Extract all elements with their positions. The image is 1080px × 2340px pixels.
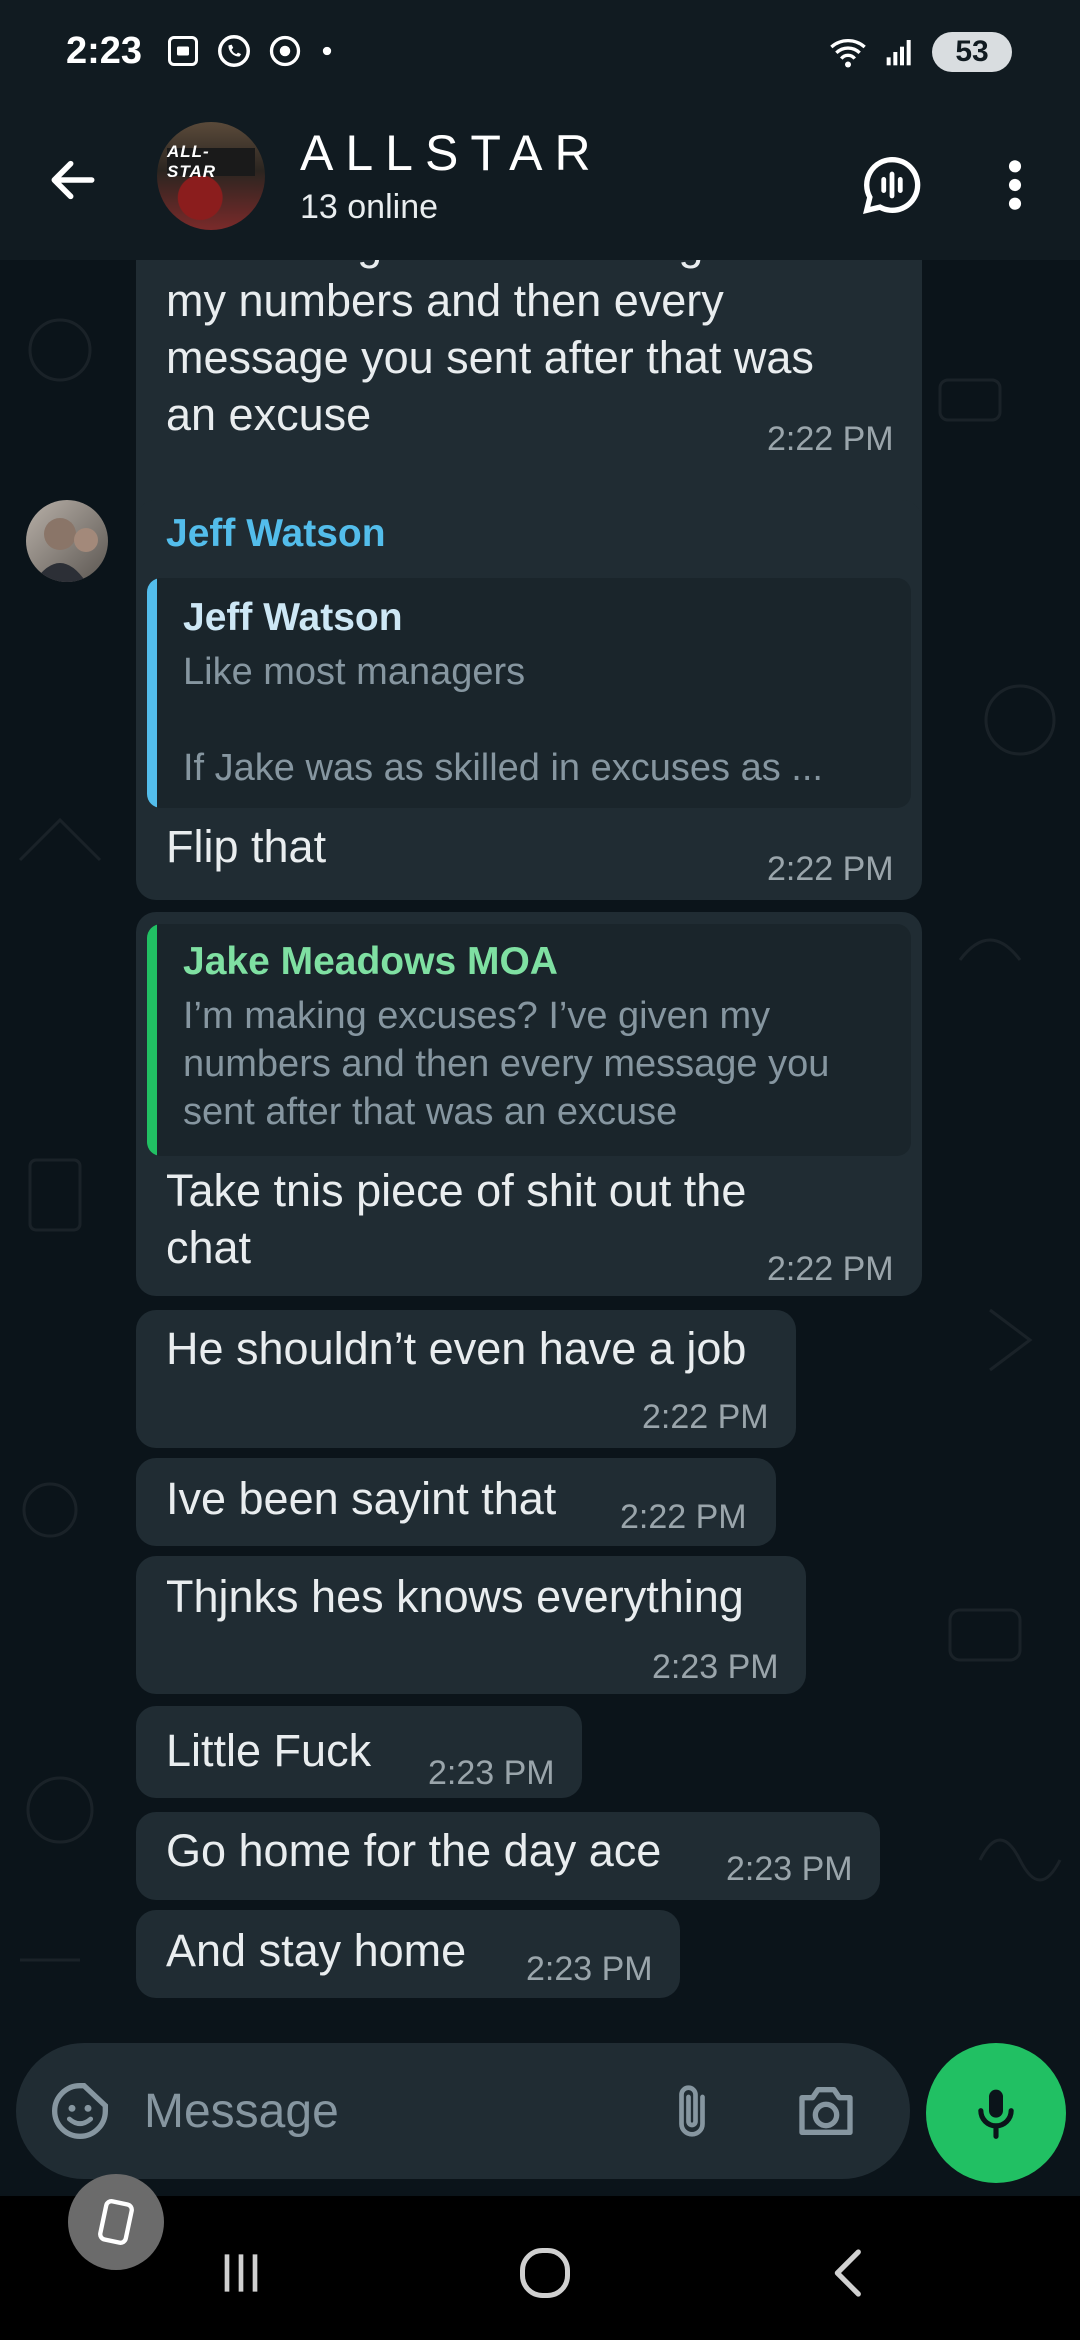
- floating-screen-button[interactable]: [68, 2174, 164, 2270]
- wifi-icon: [830, 39, 866, 68]
- chevron-left-icon: [834, 2249, 861, 2297]
- group-avatar[interactable]: ALL-STAR: [157, 122, 265, 230]
- notification-icons: [165, 32, 337, 70]
- quote-accent-bar: [147, 924, 157, 1156]
- message-line: my numbers and then every: [166, 275, 724, 326]
- more-vertical-icon: [1008, 160, 1022, 210]
- message-line: I'm making excuses? I've given: [166, 260, 906, 272]
- phone-rotate-icon: [98, 2199, 134, 2245]
- quoted-sender: Jake Meadows MOA: [183, 940, 558, 983]
- attach-button[interactable]: [656, 2075, 728, 2147]
- battery-level: 53: [955, 35, 989, 68]
- quoted-line: Like most managers: [183, 651, 526, 693]
- sender-avatar[interactable]: [26, 500, 108, 582]
- message-text: I'm making excuses? I've given my number…: [166, 260, 906, 443]
- online-count[interactable]: 13 online: [300, 188, 438, 227]
- paperclip-icon: [679, 2085, 705, 2137]
- message-time: 2:23 PM: [726, 1850, 853, 1888]
- message-line: Take tnis piece of shit out the: [166, 1165, 747, 1216]
- quoted-text: Like most managers If Jake was as skille…: [183, 648, 903, 792]
- message-composer: [16, 2043, 910, 2179]
- message-time: 2:22 PM: [767, 420, 894, 458]
- message-text: Ive been sayint that: [166, 1473, 557, 1524]
- quoted-line: I’m making excuses? I’ve given my: [183, 995, 771, 1037]
- message-time: 2:23 PM: [428, 1754, 555, 1792]
- screenshot-icon: [168, 36, 198, 66]
- camera-icon: [799, 2087, 853, 2135]
- arrow-left-icon: [51, 160, 95, 200]
- recents-icon: [224, 2254, 258, 2292]
- chrome-icon: [269, 35, 301, 67]
- microphone-icon: [978, 2089, 1014, 2139]
- quoted-line: sent after that was an excuse: [183, 1091, 678, 1133]
- message-text: He shouldn’t even have a job: [166, 1323, 747, 1374]
- group-name[interactable]: ALLSTAR: [300, 124, 603, 182]
- avatar-sign-text: ALL-STAR: [167, 142, 255, 181]
- more-options-button[interactable]: [990, 145, 1040, 225]
- battery-indicator: 53: [932, 32, 1012, 72]
- whatsapp-icon: [218, 35, 250, 67]
- home-button[interactable]: [500, 2238, 590, 2308]
- voice-record-button[interactable]: [926, 2043, 1066, 2183]
- dot-icon: [322, 46, 332, 56]
- avatar-photo: [34, 518, 98, 582]
- message-time: 2:22 PM: [642, 1398, 769, 1436]
- quoted-text: I’m making excuses? I’ve given my number…: [183, 992, 903, 1136]
- message-text: Flip that: [166, 821, 327, 872]
- camera-button[interactable]: [786, 2075, 866, 2147]
- quoted-message[interactable]: Jake Meadows MOA I’m making excuses? I’v…: [147, 924, 911, 1156]
- message-text: Thjnks hes knows everything: [166, 1571, 744, 1622]
- system-icons: 53: [828, 32, 1012, 72]
- message-text: Go home for the day ace: [166, 1825, 662, 1876]
- message-text: And stay home: [166, 1925, 467, 1976]
- recent-apps-button[interactable]: [196, 2238, 286, 2308]
- back-nav-button[interactable]: [804, 2238, 894, 2308]
- sender-name[interactable]: Jeff Watson: [166, 512, 386, 556]
- message-line: message you sent after that was: [166, 332, 814, 383]
- message-time: 2:23 PM: [526, 1950, 653, 1988]
- back-button[interactable]: [38, 145, 108, 215]
- home-icon: [520, 2248, 570, 2298]
- quoted-sender: Jeff Watson: [183, 596, 403, 639]
- message-list[interactable]: I'm making excuses? I've given my number…: [0, 260, 1080, 2040]
- quoted-line: If Jake was as skilled in excuses as ...: [183, 747, 823, 789]
- sticker-icon: [52, 2083, 108, 2139]
- status-time: 2:23: [66, 30, 143, 72]
- quoted-message[interactable]: Jeff Watson Like most managers If Jake w…: [147, 578, 911, 808]
- message-text: Little Fuck: [166, 1725, 372, 1776]
- chat-header: ALL-STAR ALLSTAR 13 online: [0, 110, 1080, 260]
- message-time: 2:22 PM: [620, 1498, 747, 1536]
- quoted-line: [183, 696, 903, 744]
- voice-chat-button[interactable]: [852, 145, 932, 225]
- quote-accent-bar: [147, 578, 157, 808]
- quoted-line: numbers and then every message you: [183, 1043, 830, 1085]
- message-time: 2:22 PM: [767, 850, 894, 888]
- message-time: 2:22 PM: [767, 1250, 894, 1288]
- message-time: 2:23 PM: [652, 1648, 779, 1686]
- signal-icon: [886, 40, 911, 66]
- message-input[interactable]: [144, 2071, 644, 2151]
- voice-chat-icon: [863, 156, 921, 214]
- sticker-button[interactable]: [44, 2075, 116, 2147]
- status-bar: 2:23 53: [0, 0, 1080, 110]
